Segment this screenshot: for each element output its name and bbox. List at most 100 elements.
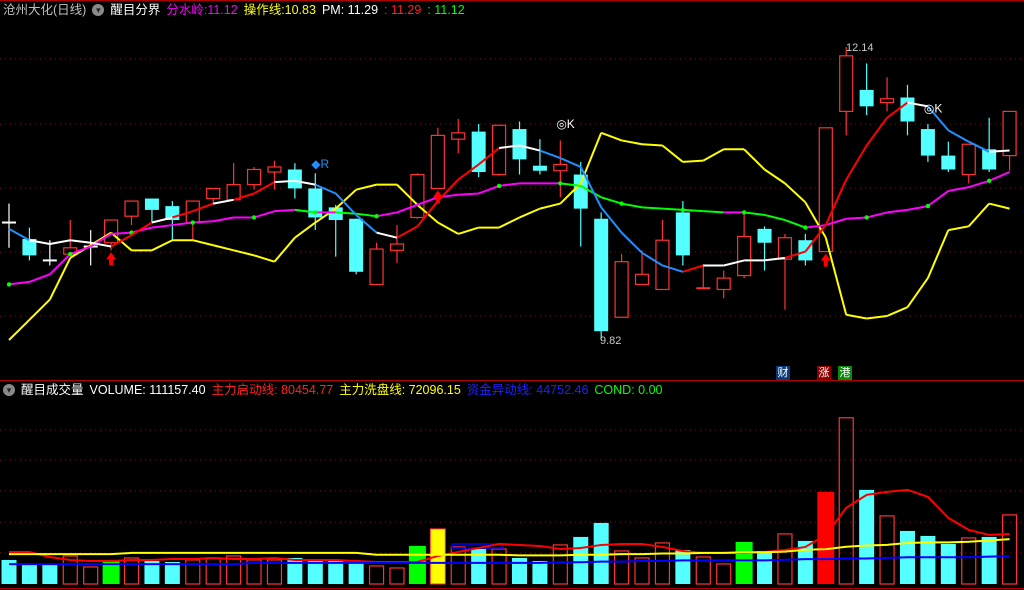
volume-bar-down bbox=[348, 561, 364, 584]
start-line-value: 80454.77 bbox=[281, 383, 334, 397]
fenshuiling-line-segment bbox=[988, 171, 1010, 182]
operation-line-segment bbox=[620, 231, 643, 254]
candle-up bbox=[553, 163, 568, 172]
dropdown-circle-icon[interactable]: ▾ bbox=[3, 384, 15, 396]
candle-down bbox=[859, 89, 874, 107]
pm-line-segment bbox=[621, 139, 643, 146]
fenshuiling-dot bbox=[619, 201, 624, 206]
wash-line-label: 主力洗盘线: bbox=[339, 383, 406, 397]
volume-bar-up bbox=[654, 542, 671, 585]
pm-line-segment bbox=[539, 202, 561, 210]
volume-bar-green bbox=[408, 545, 426, 584]
red-value: : 11.29 bbox=[384, 3, 422, 17]
pm-line-segment bbox=[233, 249, 255, 257]
signal-label: ◆R bbox=[311, 157, 329, 171]
fenshuiling-line-segment bbox=[172, 221, 193, 227]
candle-down bbox=[532, 165, 547, 171]
candle-down bbox=[900, 97, 915, 122]
pm-line-segment bbox=[28, 298, 51, 321]
signal-label: ◎K bbox=[924, 102, 942, 116]
volume-bar-up bbox=[879, 515, 895, 585]
fenshuiling-dot bbox=[251, 215, 257, 220]
candle-up bbox=[206, 187, 221, 200]
fenshuiling-dot bbox=[864, 215, 869, 220]
fenshuiling-line-segment bbox=[478, 184, 500, 195]
candle-up bbox=[267, 166, 282, 173]
volume-bar-down bbox=[573, 536, 589, 584]
wash-line-value: 72096.15 bbox=[408, 383, 461, 397]
fenshuiling-dot bbox=[313, 210, 318, 215]
volume-bar-down bbox=[675, 549, 691, 584]
caozuo-value: 10.83 bbox=[284, 3, 316, 17]
cond-value: 0.00 bbox=[638, 383, 663, 397]
pm-line-segment bbox=[967, 202, 990, 227]
fenshuiling-line-segment bbox=[662, 207, 683, 211]
buy-arrow-icon bbox=[106, 252, 117, 266]
candle-down bbox=[512, 129, 527, 160]
buy-arrow-icon bbox=[820, 253, 831, 267]
pm-line-segment bbox=[273, 237, 296, 263]
volume-bar-down bbox=[981, 536, 997, 584]
stock-title: 沧州大化(日线) bbox=[3, 3, 87, 17]
operation-line-segment bbox=[213, 198, 234, 205]
candle-down bbox=[573, 174, 588, 209]
pm-line-segment bbox=[886, 306, 908, 317]
pm-line-segment bbox=[457, 226, 479, 235]
volume-indicator-name[interactable]: 醒目成交量 bbox=[21, 381, 84, 399]
candle-down bbox=[349, 218, 364, 272]
volume-bar-down bbox=[593, 522, 609, 584]
cond-label: COND: bbox=[594, 383, 635, 397]
dropdown-circle-icon[interactable]: ▾ bbox=[92, 4, 105, 16]
indicator-name[interactable]: 醒目分界 bbox=[110, 1, 160, 19]
candle-up bbox=[879, 98, 895, 104]
operation-line-segment bbox=[274, 179, 295, 184]
volume-bar-down bbox=[859, 489, 875, 584]
fenshuiling-line-segment bbox=[968, 179, 990, 189]
pm-line-segment bbox=[763, 168, 786, 185]
fenshuiling-line-segment bbox=[907, 205, 929, 211]
fenshuiling-line-segment bbox=[743, 211, 765, 216]
fenshuiling-line-segment bbox=[764, 213, 786, 221]
fenshuiling-line-segment bbox=[192, 220, 214, 224]
candle-down bbox=[941, 155, 956, 170]
operation-line-segment bbox=[376, 231, 398, 239]
volume-bar-down bbox=[532, 560, 548, 584]
pm-line-segment bbox=[579, 132, 603, 184]
volume-bar-up bbox=[961, 537, 977, 585]
high-price-label: 12.14 bbox=[846, 42, 874, 54]
pm-line-segment bbox=[743, 148, 766, 171]
badge-rise[interactable]: 涨 bbox=[817, 366, 831, 380]
pm-line-segment bbox=[151, 239, 173, 252]
pm-line-segment bbox=[8, 319, 31, 341]
pm-line-segment bbox=[498, 216, 520, 229]
badge-finance[interactable]: 财 bbox=[776, 366, 790, 380]
fenshuiling-line-segment bbox=[274, 208, 295, 213]
pm-line-segment bbox=[784, 182, 807, 204]
fenshuiling-line-segment bbox=[29, 273, 51, 283]
stock-chart[interactable]: ◆R ◎K ◎K 12.14 9.82 bbox=[0, 0, 1024, 590]
pm-line-segment bbox=[253, 254, 275, 263]
fenshuiling-line-segment bbox=[927, 190, 949, 207]
candle-up bbox=[839, 55, 854, 112]
candle-down bbox=[287, 169, 302, 189]
fenshuiling-line-segment bbox=[866, 211, 888, 219]
pm-line-segment bbox=[600, 131, 622, 142]
pm-line-segment bbox=[866, 314, 888, 320]
badge-hk[interactable]: 港 bbox=[838, 366, 852, 380]
volume-bar-up bbox=[716, 563, 732, 585]
pm-line-segment bbox=[294, 221, 316, 239]
operation-line-segment bbox=[845, 144, 868, 181]
fenshuiling-dot bbox=[741, 210, 747, 215]
pm-line-segment bbox=[355, 183, 377, 191]
volume-panel-header: ▾ 醒目成交量 VOLUME: 111157.40 主力启动线: 80454.7… bbox=[3, 381, 663, 399]
fenshuiling-line-segment bbox=[356, 212, 377, 218]
candle-up bbox=[491, 124, 507, 176]
volume-bar-up bbox=[226, 555, 242, 585]
operation-line-segment bbox=[49, 239, 71, 245]
fenshuiling-line-segment bbox=[621, 202, 643, 209]
volume-bar-up bbox=[613, 550, 630, 585]
caozuo-label: 操作线: bbox=[243, 3, 285, 17]
candles-layer bbox=[2, 46, 1017, 340]
fenshuiling-line-segment bbox=[458, 192, 479, 196]
candle-up bbox=[716, 277, 731, 291]
